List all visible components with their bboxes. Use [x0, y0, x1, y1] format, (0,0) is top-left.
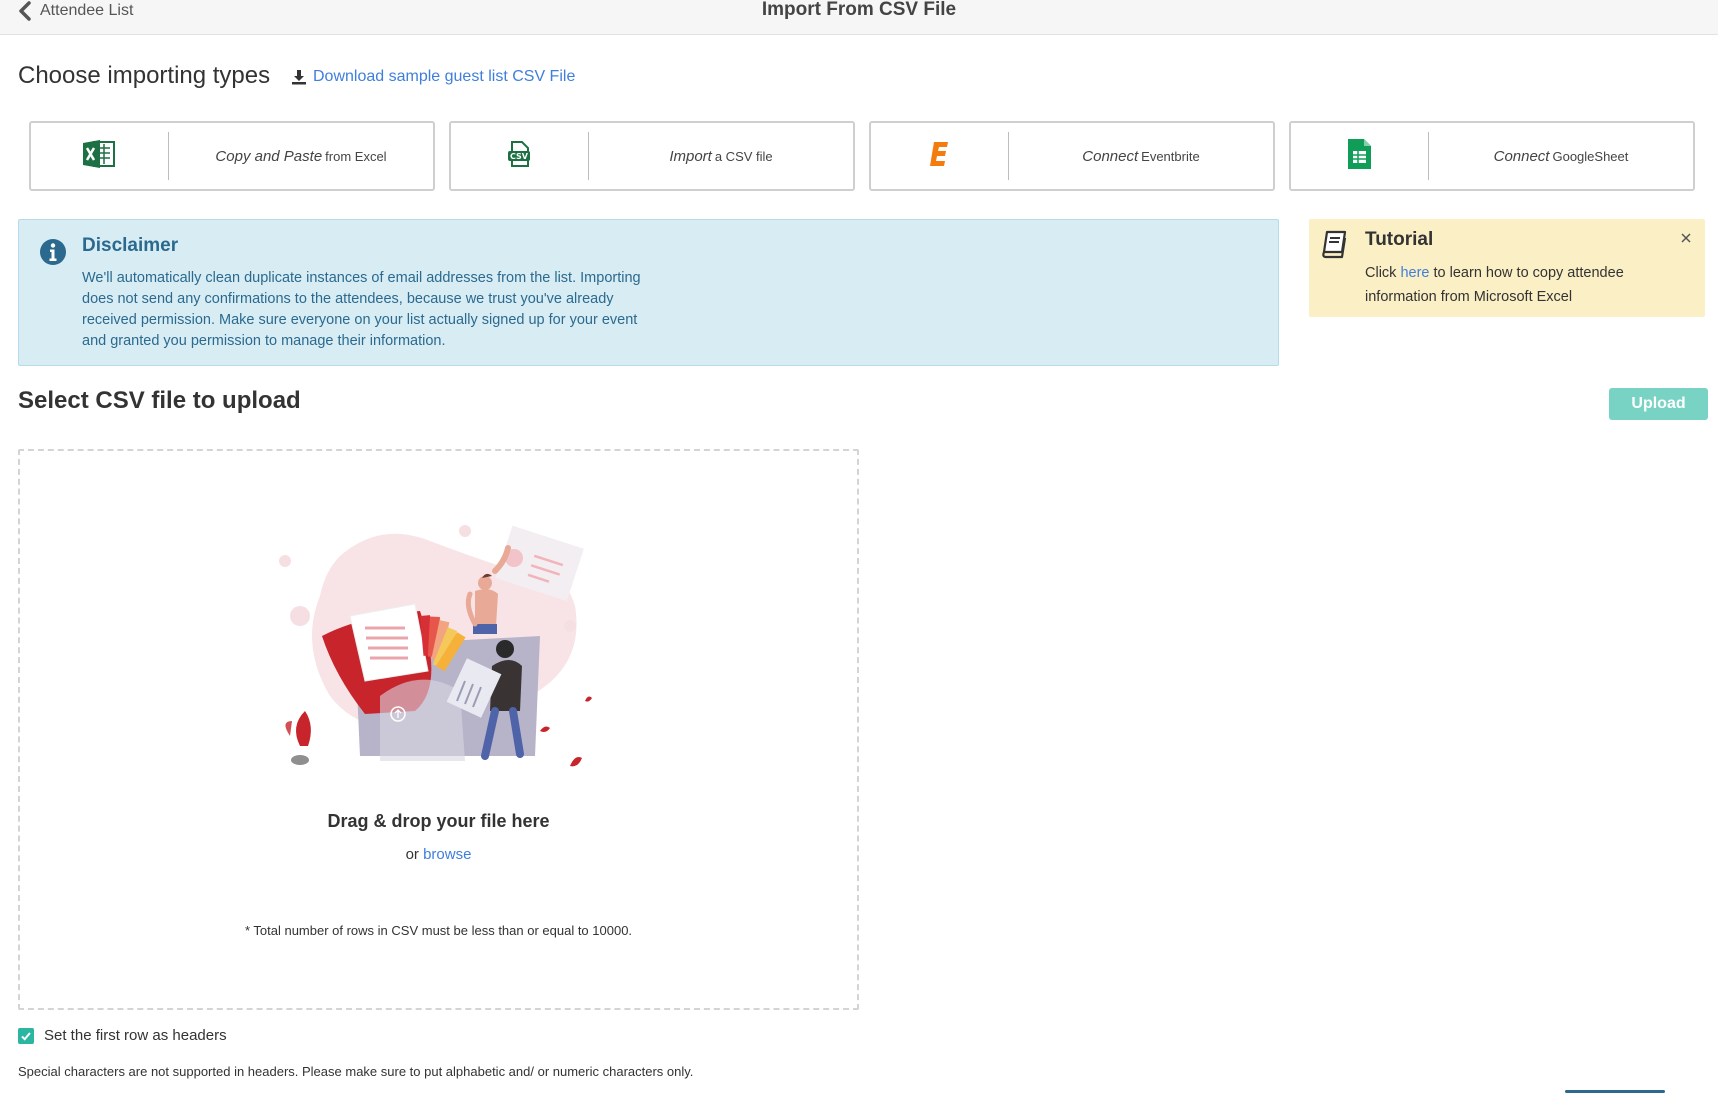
svg-text:CSV: CSV: [510, 152, 529, 161]
import-type-eventbrite[interactable]: Connect Eventbrite: [869, 121, 1275, 191]
info-icon: [38, 237, 68, 267]
card-label-italic: Connect: [1493, 147, 1550, 165]
tutorial-title: Tutorial: [1365, 229, 1434, 250]
disclaimer-title: Disclaimer: [82, 235, 179, 256]
import-types-title: Choose importing types: [18, 62, 271, 89]
import-type-googlesheet[interactable]: Connect GoogleSheet: [1289, 121, 1695, 191]
eventbrite-icon: [927, 139, 951, 174]
disclaimer-text: We'll automatically clean duplicate inst…: [82, 270, 641, 349]
page-title: Import From CSV File: [761, 0, 957, 20]
card-label-rest: a CSV file: [714, 148, 773, 164]
tutorial-text-before: Click: [1365, 265, 1401, 281]
card-label-italic: Import: [669, 147, 712, 165]
card-label-rest: Eventbrite: [1141, 148, 1200, 164]
upload-button[interactable]: Upload: [1609, 388, 1708, 420]
or-browse: or browse: [20, 846, 857, 863]
card-label-italic: Connect: [1082, 147, 1139, 165]
upload-illustration: [270, 516, 630, 776]
download-sample-link[interactable]: Download sample guest list CSV File: [291, 68, 575, 86]
top-bar: Attendee List Import From CSV File: [0, 0, 1718, 35]
excel-icon: [82, 139, 116, 174]
select-csv-title: Select CSV file to upload: [18, 387, 301, 414]
google-sheets-icon: [1346, 138, 1372, 175]
drop-title: Drag & drop your file here: [327, 811, 550, 831]
or-text: or: [405, 846, 424, 863]
card-label-rest: GoogleSheet: [1552, 148, 1629, 164]
csv-file-icon: CSV: [506, 140, 532, 173]
import-type-copy-paste[interactable]: Copy and Paste from Excel: [29, 121, 435, 191]
download-link-label: Download sample guest list CSV File: [313, 68, 576, 85]
book-icon: [1319, 229, 1349, 259]
tutorial-text: Click here to learn how to copy attendee…: [1365, 261, 1665, 309]
header-row-checkbox-row[interactable]: Set the first row as headers: [18, 1027, 227, 1044]
header-checkbox-label: Set the first row as headers: [44, 1027, 227, 1044]
download-icon: [291, 69, 307, 85]
close-icon[interactable]: [1679, 231, 1693, 245]
card-label-italic: Copy and Paste: [215, 147, 323, 165]
row-limit-note: * Total number of rows in CSV must be le…: [244, 923, 633, 938]
file-dropzone[interactable]: Drag & drop your file here or browse * T…: [18, 449, 859, 1010]
tutorial-box: Tutorial Click here to learn how to copy…: [1309, 219, 1705, 317]
checkbox-checked[interactable]: [18, 1027, 34, 1044]
tutorial-here-link[interactable]: here: [1400, 265, 1429, 281]
disclaimer-box: Disclaimer We'll automatically clean dup…: [18, 219, 1279, 366]
card-label-rest: from Excel: [325, 148, 387, 164]
import-type-csv[interactable]: CSV Import a CSV file: [449, 121, 855, 191]
browse-link[interactable]: browse: [423, 846, 471, 863]
special-chars-note: Special characters are not supported in …: [18, 1064, 694, 1079]
